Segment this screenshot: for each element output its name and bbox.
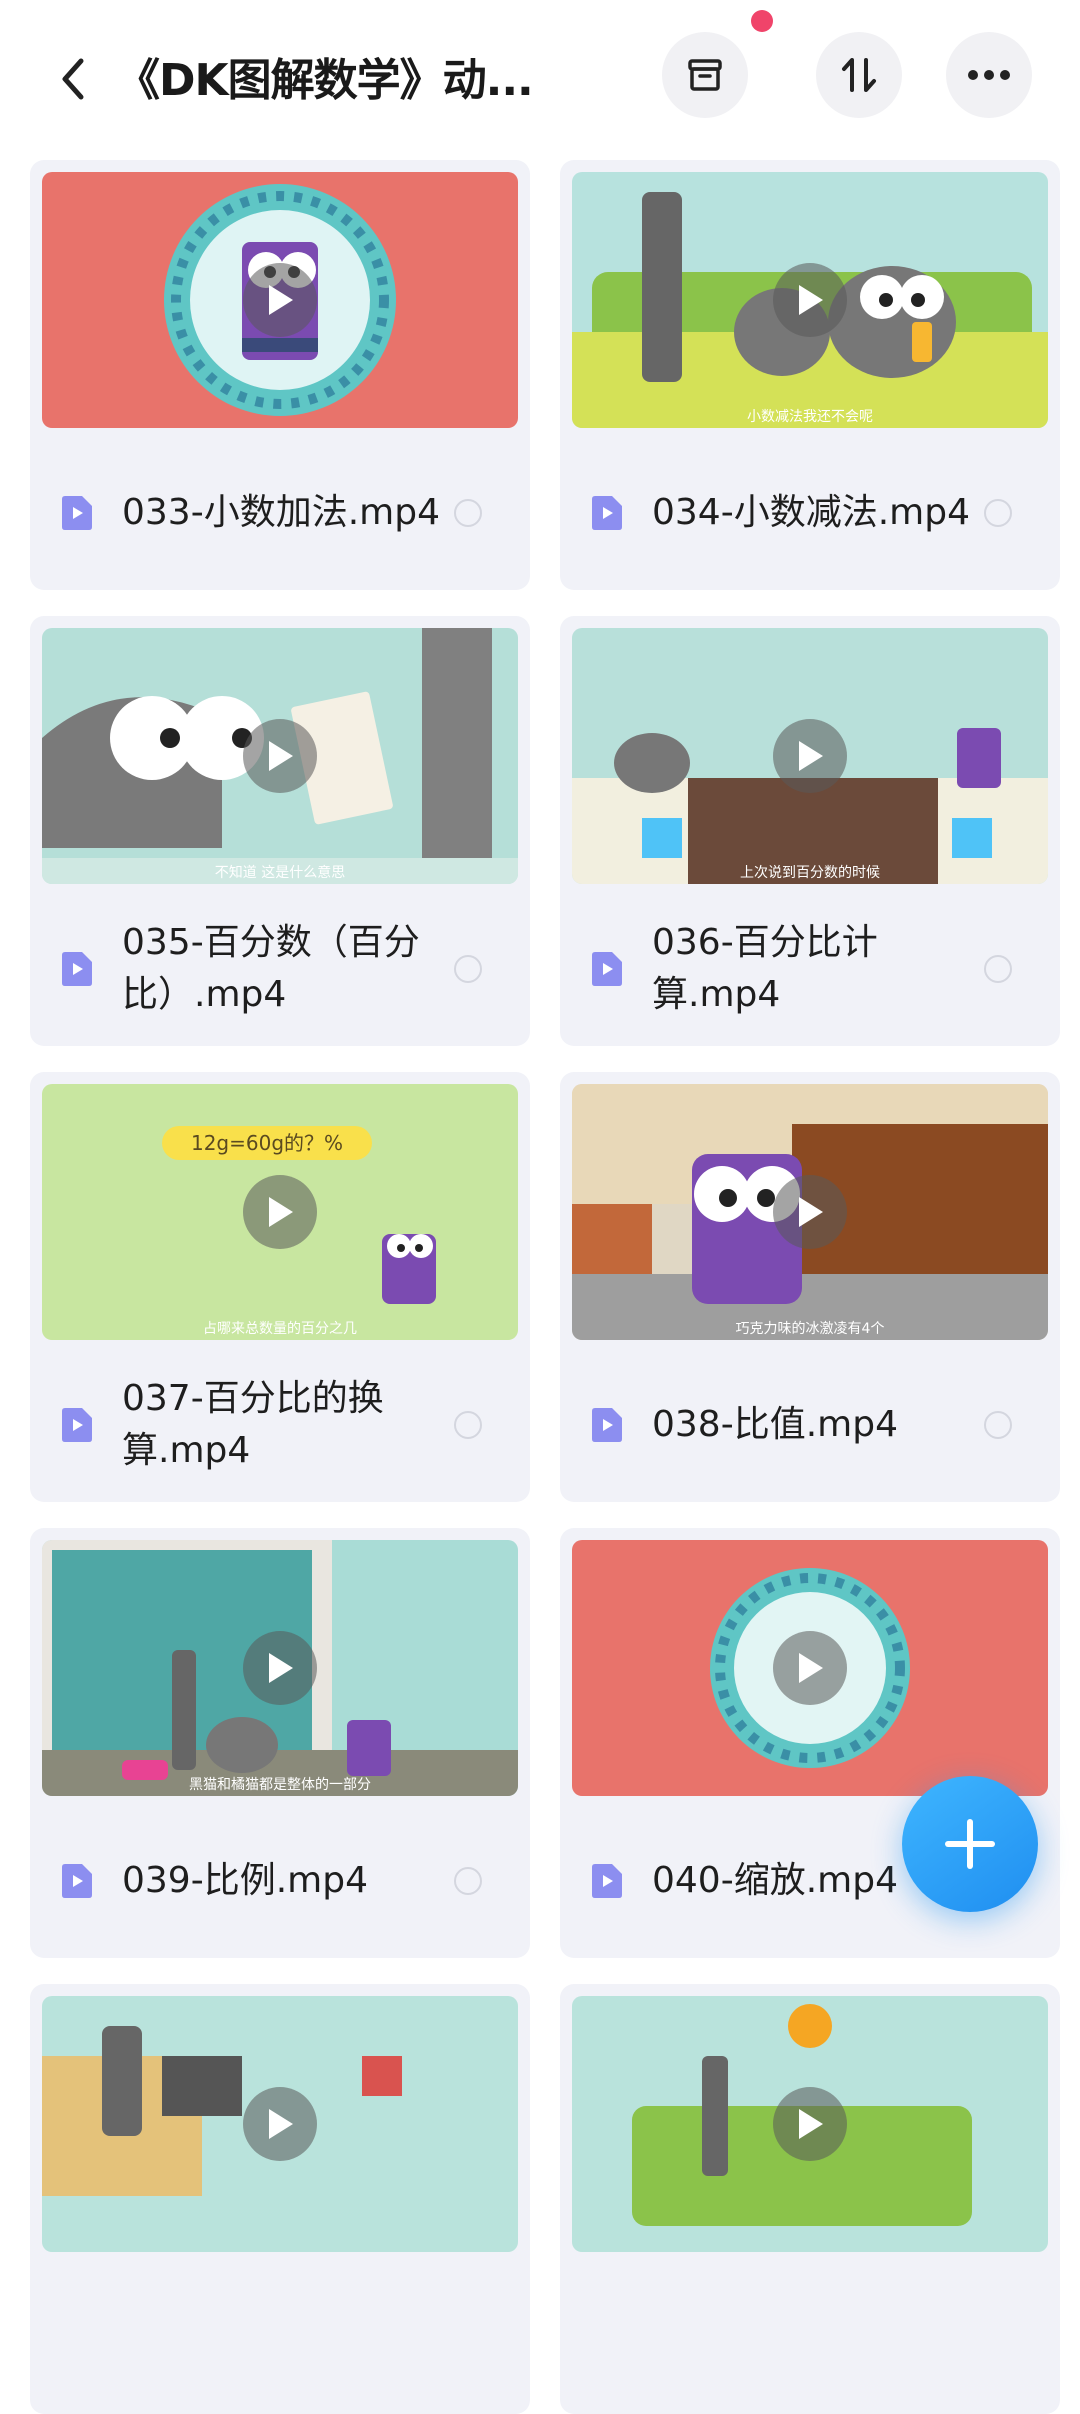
select-radio[interactable] (454, 1411, 482, 1439)
play-icon (243, 719, 317, 793)
more-horizontal-icon (968, 70, 1010, 80)
video-file-icon (592, 1864, 622, 1898)
file-name: 033-小数加法.mp4 (122, 492, 440, 533)
thumbnail-caption: 小数减法我还不会呢 (747, 409, 873, 425)
select-radio[interactable] (454, 1867, 482, 1895)
video-thumbnail[interactable]: 小数减法我还不会呢 (572, 172, 1048, 428)
video-thumbnail[interactable] (572, 1540, 1048, 1796)
file-card[interactable]: 不知道 这是什么意思 035-百分数（百分比）.mp4 (30, 616, 530, 1046)
file-card[interactable] (30, 1984, 530, 2414)
video-thumbnail[interactable] (572, 1996, 1048, 2252)
play-icon (243, 263, 317, 337)
more-button[interactable] (946, 32, 1032, 118)
sort-icon (842, 58, 876, 92)
chevron-left-icon (62, 58, 84, 100)
sort-button[interactable] (816, 32, 902, 118)
video-file-icon (62, 496, 92, 530)
file-card[interactable]: 巧克力味的冰激凌有4个 038-比值.mp4 (560, 1072, 1060, 1502)
video-thumbnail[interactable]: 黑猫和橘猫都是整体的一部分 (42, 1540, 518, 1796)
video-thumbnail[interactable] (42, 172, 518, 428)
notification-dot (751, 10, 773, 32)
file-name: 037-百分比的换算.mp4 (122, 1378, 384, 1471)
video-thumbnail[interactable] (42, 1996, 518, 2252)
video-file-icon (592, 1408, 622, 1442)
file-card[interactable]: 黑猫和橘猫都是整体的一部分 039-比例.mp4 (30, 1528, 530, 1958)
video-thumbnail[interactable]: 巧克力味的冰激凌有4个 (572, 1084, 1048, 1340)
file-card[interactable]: 12g=60g的？% 占哪来总数量的百分之几 037-百分比的换算.mp4 (30, 1072, 530, 1502)
thumbnail-caption: 不知道 这是什么意思 (214, 865, 346, 881)
play-icon (243, 1631, 317, 1705)
file-card[interactable]: 033-小数加法.mp4 (30, 160, 530, 590)
file-card[interactable]: 上次说到百分数的时候 036-百分比计算.mp4 (560, 616, 1060, 1046)
video-thumbnail[interactable]: 不知道 这是什么意思 (42, 628, 518, 884)
file-card[interactable]: 小数减法我还不会呢 034-小数减法.mp4 (560, 160, 1060, 590)
select-radio[interactable] (984, 499, 1012, 527)
video-file-icon (592, 952, 622, 986)
video-file-icon (62, 952, 92, 986)
file-name: 035-百分数（百分比）.mp4 (122, 922, 420, 1015)
plus-icon (945, 1819, 995, 1869)
play-icon (773, 1175, 847, 1249)
thumbnail-caption: 上次说到百分数的时候 (740, 865, 880, 881)
select-radio[interactable] (454, 955, 482, 983)
thumbnail-caption: 黑猫和橘猫都是整体的一部分 (189, 1777, 371, 1793)
video-thumbnail[interactable]: 12g=60g的？% 占哪来总数量的百分之几 (42, 1084, 518, 1340)
page-title: 《DK图解数学》动... (116, 55, 534, 106)
back-button[interactable] (44, 44, 104, 114)
archive-button[interactable] (662, 32, 748, 118)
thumbnail-caption: 巧克力味的冰激凌有4个 (735, 1321, 885, 1337)
select-radio[interactable] (984, 1411, 1012, 1439)
video-file-icon (62, 1864, 92, 1898)
video-thumbnail[interactable]: 上次说到百分数的时候 (572, 628, 1048, 884)
play-icon (243, 1175, 317, 1249)
play-icon (773, 263, 847, 337)
archive-icon (688, 59, 722, 91)
video-file-icon (592, 496, 622, 530)
file-card[interactable] (560, 1984, 1060, 2414)
thumbnail-caption: 占哪来总数量的百分之几 (203, 1321, 357, 1337)
select-radio[interactable] (454, 499, 482, 527)
play-icon (773, 1631, 847, 1705)
add-button[interactable] (902, 1776, 1038, 1912)
play-icon (773, 719, 847, 793)
file-name: 034-小数减法.mp4 (652, 492, 970, 533)
play-icon (773, 2087, 847, 2161)
file-name: 036-百分比计算.mp4 (652, 922, 878, 1015)
play-icon (243, 2087, 317, 2161)
file-name: 038-比值.mp4 (652, 1404, 898, 1445)
file-name: 039-比例.mp4 (122, 1860, 368, 1901)
select-radio[interactable] (984, 955, 1012, 983)
video-file-icon (62, 1408, 92, 1442)
top-bar: 《DK图解数学》动... (0, 0, 1080, 150)
